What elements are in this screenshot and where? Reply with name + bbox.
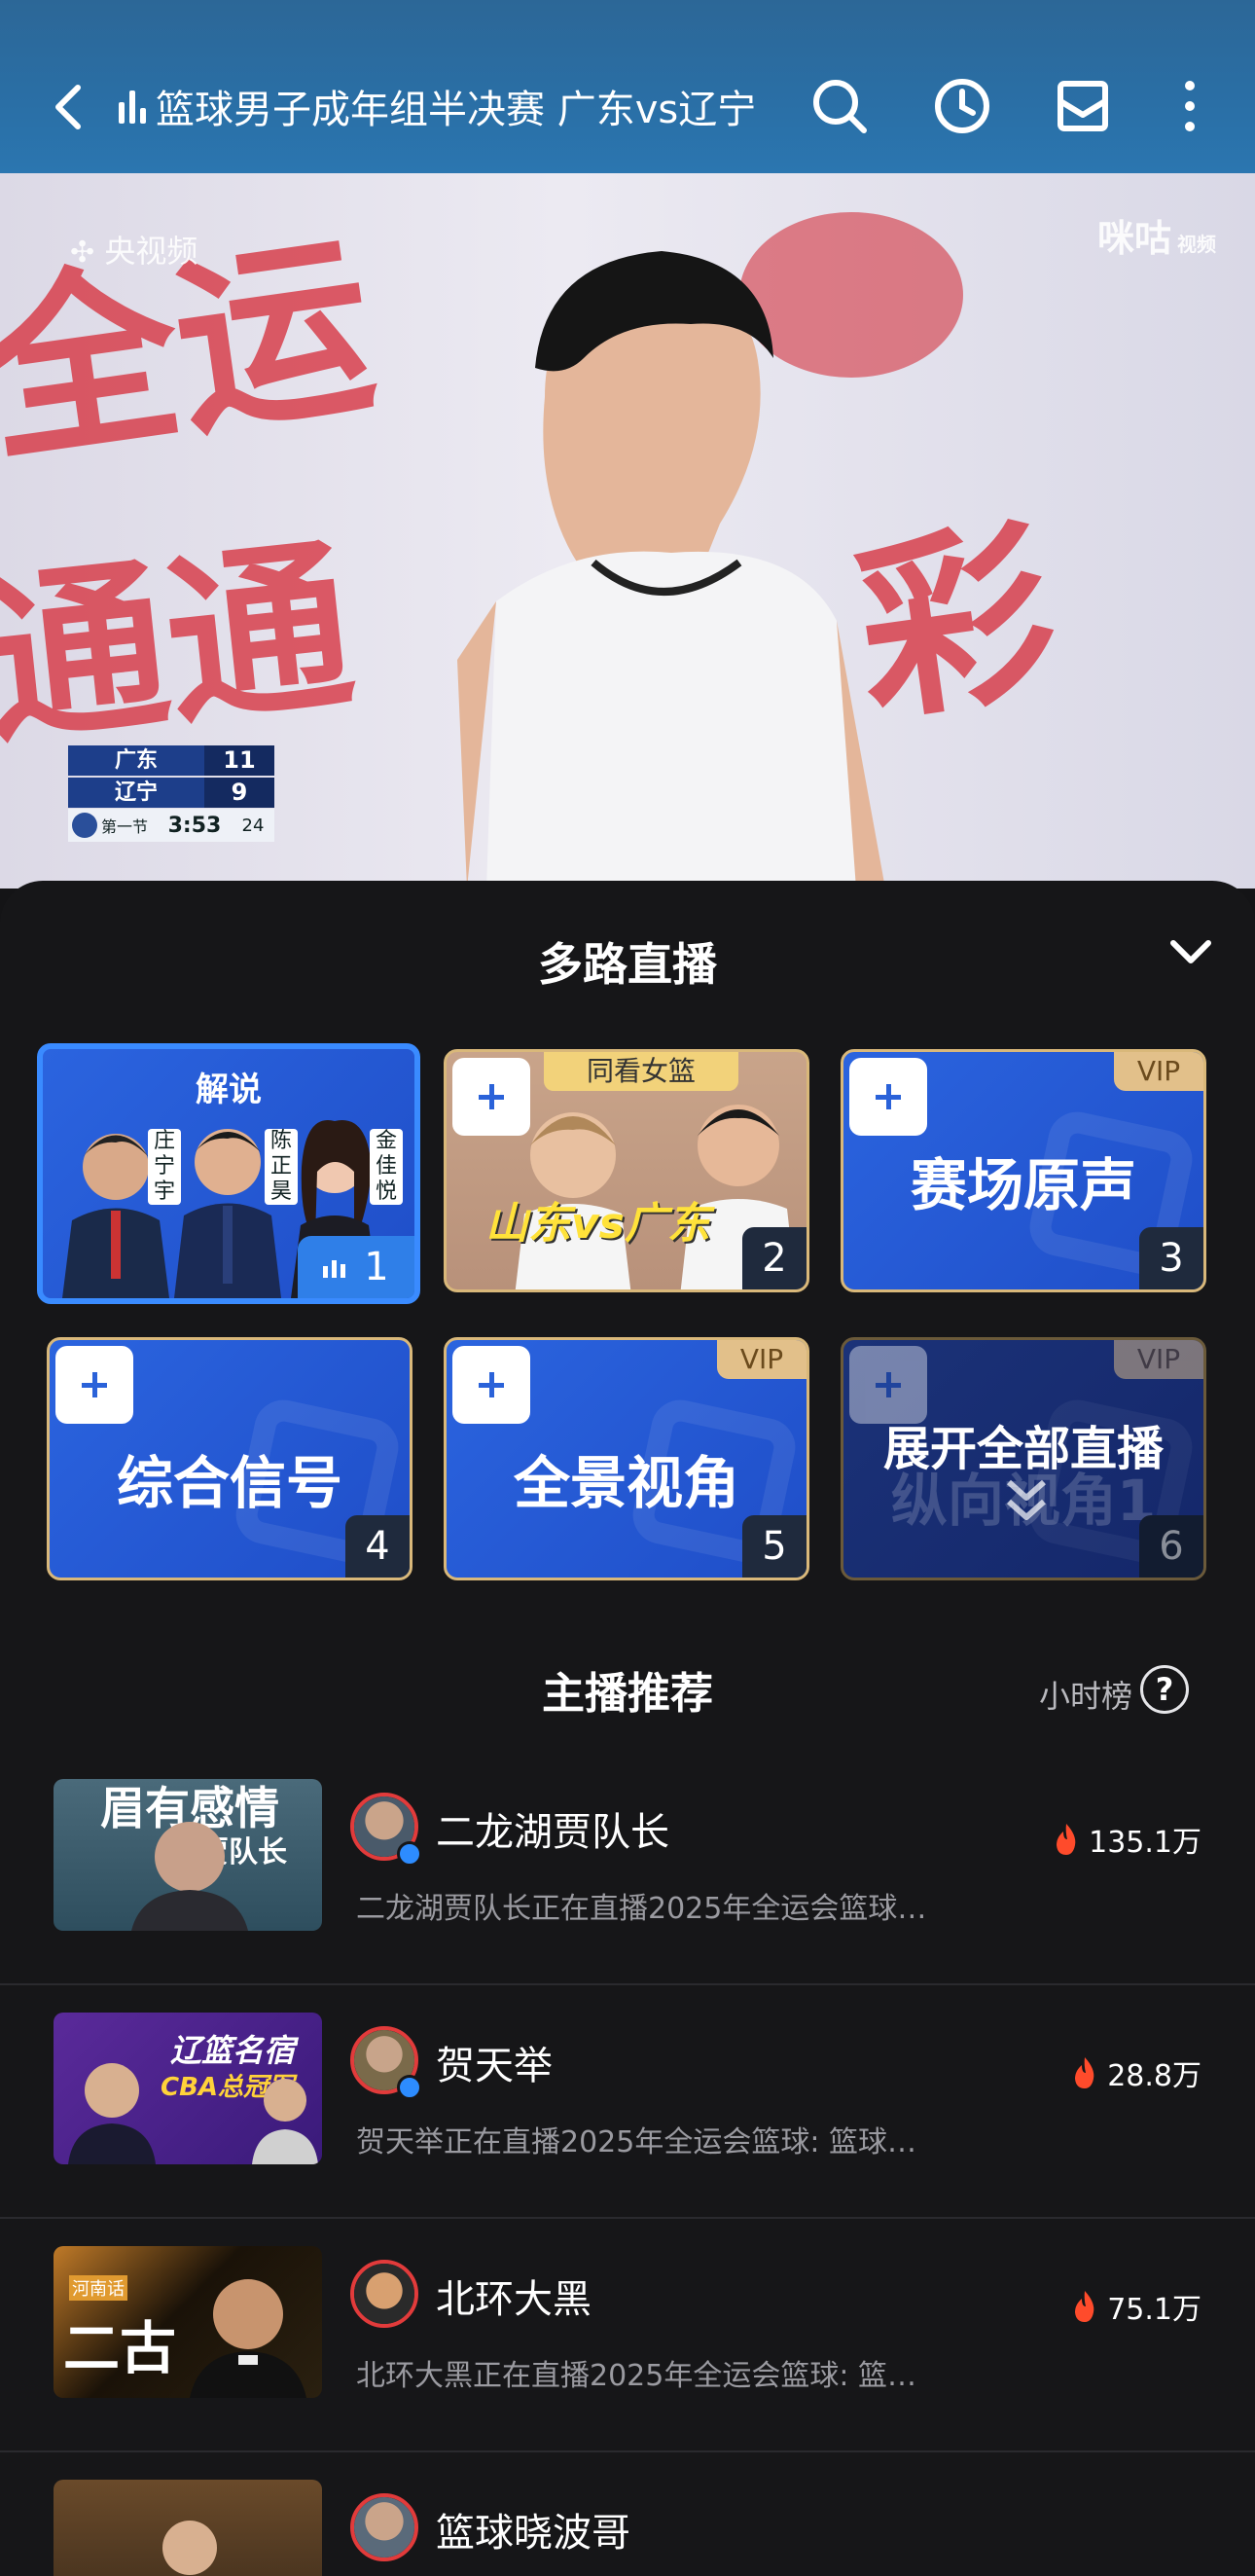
tile-number: 5	[742, 1515, 807, 1578]
scoreboard: 广东 11 辽宁 9 第一节 3:53 24	[68, 744, 274, 848]
verified-badge-icon	[397, 1841, 422, 1867]
vip-badge: VIP	[717, 1340, 807, 1379]
stream-tile-womens-game[interactable]: 同看女篮 山东vs广东 2	[444, 1049, 809, 1292]
video-player[interactable]: 全运 通通 彩 ✣ 央视频 咪咕 视频 广东 11 辽宁 9 第一节 3:53 2…	[0, 173, 1255, 889]
tile-label: 赛场原声	[910, 1152, 1136, 1218]
stream-description: 贺天举正在直播2025年全运会篮球: 篮球…	[356, 2125, 916, 2159]
back-arrow-icon[interactable]	[45, 80, 91, 134]
streamer-name: 篮球晓波哥	[436, 2511, 630, 2556]
double-chevron-down-icon	[1007, 1479, 1046, 1520]
vip-badge: VIP	[1114, 1340, 1203, 1379]
stream-thumbnail: 辽篮名宿 CBA总冠军	[54, 2013, 322, 2164]
expand-all-label: 展开全部直播	[882, 1422, 1164, 1476]
tile-label: 综合信号	[116, 1450, 342, 1516]
period-label: 第一节	[101, 817, 149, 836]
search-icon[interactable]	[809, 76, 870, 136]
streamer-name: 贺天举	[436, 2044, 553, 2088]
stream-tile-arena-sound[interactable]: VIP 赛场原声 3	[841, 1049, 1206, 1292]
chevron-down-icon[interactable]	[1167, 937, 1214, 966]
streamer-row[interactable]: 眉有感情 贾队长 二龙湖贾队长 二龙湖贾队长正在直播2025年全运会篮球… 13…	[0, 1752, 1255, 1985]
live-bars-icon	[119, 91, 146, 124]
stream-tile-main-feed[interactable]: 综合信号 4	[47, 1337, 412, 1580]
tile-number: 6	[1139, 1515, 1203, 1578]
commentator-name: 陈正昊	[265, 1129, 298, 1205]
avatar	[350, 2493, 418, 2561]
live-bars-icon	[323, 1260, 346, 1278]
expand-all-streams-tile[interactable]: VIP 纵向视角1 展开全部直播 6	[841, 1337, 1206, 1580]
inbox-icon[interactable]	[1053, 76, 1113, 136]
broadcaster-logo: ✣ 央视频	[70, 233, 198, 270]
more-menu-icon[interactable]	[1160, 76, 1220, 136]
add-icon[interactable]	[452, 1058, 530, 1136]
tile-overlay-text: 山东vs广东	[485, 1199, 710, 1249]
shot-clock: 24	[241, 815, 265, 836]
stream-description: 二龙湖贾队长正在直播2025年全运会篮球…	[356, 1892, 927, 1926]
top-bar: 篮球男子成年组半决赛 广东vs辽宁	[0, 0, 1255, 173]
background-banner-text: 通通	[0, 516, 363, 772]
stream-thumbnail	[54, 2480, 322, 2576]
stream-thumbnail: 河南话 二古	[54, 2246, 322, 2398]
tile-number: 4	[345, 1515, 410, 1578]
tile-label: 同看女篮	[544, 1052, 738, 1091]
tile-number: 2	[742, 1227, 807, 1289]
panel-title: 多路直播	[538, 938, 717, 991]
popularity-count: 135.1万	[1052, 1818, 1201, 1861]
add-icon[interactable]	[452, 1346, 530, 1424]
league-logo-icon	[72, 813, 97, 838]
tile-label: 全景视角	[513, 1450, 739, 1516]
player-figure	[457, 251, 885, 889]
stream-description: 北环大黑正在直播2025年全运会篮球: 篮…	[356, 2359, 916, 2393]
add-icon[interactable]	[849, 1058, 927, 1136]
streamer-name: 二龙湖贾队长	[436, 1810, 669, 1855]
streamer-row[interactable]: 篮球晓波哥	[0, 2452, 1255, 2576]
hourly-rank-link[interactable]: 小时榜	[1039, 1672, 1132, 1717]
verified-badge-icon	[397, 2075, 422, 2100]
tile-number-selected: 1	[298, 1236, 414, 1298]
away-team: 辽宁	[68, 778, 204, 808]
tile-label: 解说	[196, 1070, 262, 1109]
vip-badge: VIP	[1114, 1052, 1203, 1091]
commentator-name: 庄宁宇	[148, 1129, 181, 1205]
flame-icon	[1075, 2057, 1094, 2088]
background-banner-text: 全运	[0, 210, 386, 491]
flame-icon	[1075, 2291, 1094, 2322]
popularity-count: 75.1万	[1070, 2285, 1201, 2328]
streamer-row[interactable]: 辽篮名宿 CBA总冠军 贺天举 贺天举正在直播2025年全运会篮球: 篮球… 2…	[0, 1985, 1255, 2219]
platform-logo: 咪咕 视频	[1096, 217, 1216, 260]
home-team: 广东	[68, 745, 204, 776]
page-title: 篮球男子成年组半决赛 广东vs辽宁	[156, 88, 757, 132]
history-clock-icon[interactable]	[932, 76, 992, 136]
avatar	[350, 2260, 418, 2328]
streamer-row[interactable]: 河南话 二古 北环大黑 北环大黑正在直播2025年全运会篮球: 篮… 75.1万	[0, 2219, 1255, 2452]
home-score: 11	[204, 745, 274, 776]
add-icon[interactable]	[55, 1346, 133, 1424]
commentator-name: 金佳悦	[370, 1129, 403, 1205]
stream-tile-commentary[interactable]: 解说 庄宁宇 陈正昊 金佳悦 1	[37, 1043, 420, 1304]
popularity-count: 28.8万	[1070, 2051, 1201, 2094]
tile-number: 3	[1139, 1227, 1203, 1289]
help-icon[interactable]: ?	[1140, 1665, 1189, 1714]
stream-tile-panorama[interactable]: VIP 全景视角 5	[444, 1337, 809, 1580]
flame-icon	[1057, 1824, 1076, 1855]
game-clock: 3:53	[167, 813, 222, 838]
stream-thumbnail: 眉有感情 贾队长	[54, 1779, 322, 1931]
away-score: 9	[204, 778, 274, 808]
streamer-name: 北环大黑	[436, 2277, 592, 2322]
